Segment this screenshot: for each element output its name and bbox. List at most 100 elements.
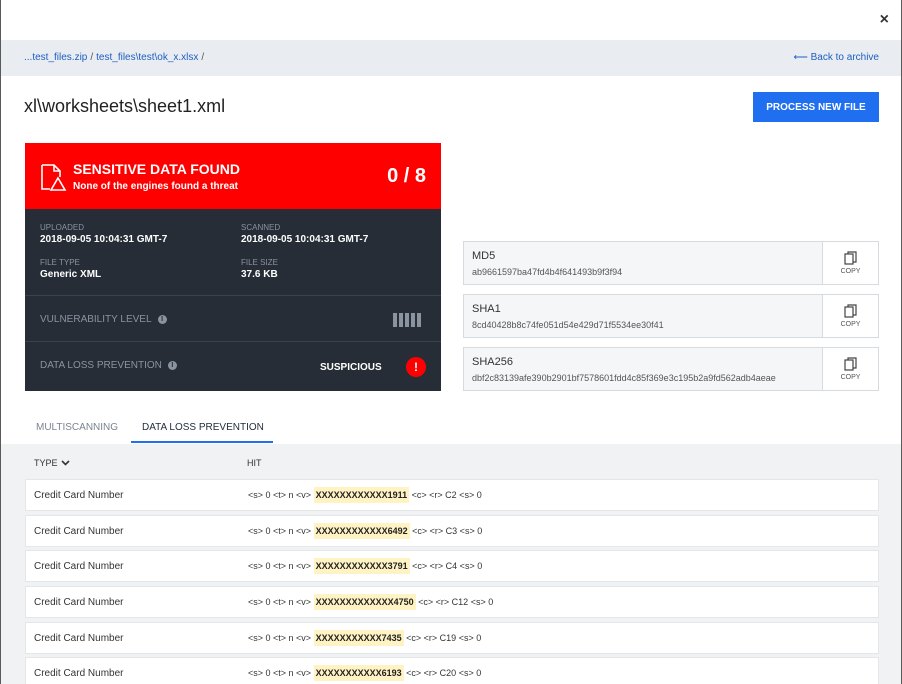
hit-highlight: XXXXXXXXXXXX3791 <box>313 558 410 574</box>
row-type: Credit Card Number <box>34 597 124 608</box>
table-row: Credit Card Number <s> 0 <t> n <v> XXXXX… <box>25 479 879 511</box>
row-hit: <s> 0 <t> n <v> XXXXXXXXXXX6193 <c> <r> … <box>248 665 482 681</box>
row-type: Credit Card Number <box>34 526 124 537</box>
hash-value: 8cd40428b8c74fe051d54e429d71f5534ee30f41 <box>472 320 664 330</box>
row-type: Credit Card Number <box>34 668 124 679</box>
engine-score: 0 / 8 <box>387 165 426 187</box>
column-header-type[interactable]: TYPE <box>34 458 70 468</box>
result-tabs: MULTISCANNING DATA LOSS PREVENTION <box>1 412 901 444</box>
vulnerability-level-bars <box>393 313 421 327</box>
copy-label: COPY <box>840 321 861 328</box>
table-row: Credit Card Number <s> 0 <t> n <v> XXXXX… <box>25 657 879 684</box>
hit-suffix: <c> <r> C3 <s> 0 <box>412 526 483 536</box>
hit-prefix: <s> 0 <t> n <v> <box>248 597 312 607</box>
alert-icon: ! <box>406 357 426 377</box>
copy-sha1-button[interactable]: COPY <box>822 295 878 337</box>
row-type: Credit Card Number <box>34 633 124 644</box>
hit-suffix: <c> <r> C4 <s> 0 <box>412 561 483 571</box>
sensitive-document-icon <box>41 164 67 191</box>
copy-md5-button[interactable]: COPY <box>822 242 878 284</box>
dlp-status: SUSPICIOUS <box>320 362 382 373</box>
copy-icon <box>843 304 857 318</box>
file-type-value: Generic XML <box>40 269 102 280</box>
breadcrumb-bar: ...test_files.zip / test_files\test\ok_x.x… <box>1 40 901 76</box>
vulnerability-level-text: VULNERABILITY LEVEL <box>40 314 152 325</box>
hit-prefix: <s> 0 <t> n <v> <box>248 526 312 536</box>
scan-result-card: SENSITIVE DATA FOUND None of the engines… <box>25 143 441 391</box>
result-subline: None of the engines found a threat <box>73 181 239 192</box>
file-type-label: FILE TYPE <box>40 258 80 267</box>
breadcrumb-item-file[interactable]: test_files\test\ok_x.xlsx <box>96 52 198 63</box>
level-bar <box>405 313 409 327</box>
breadcrumb: ...test_files.zip / test_files\test\ok_x.x… <box>24 52 207 63</box>
hit-prefix: <s> 0 <t> n <v> <box>248 561 312 571</box>
copy-label: COPY <box>840 374 861 381</box>
hit-highlight: XXXXXXXXXXXXX4750 <box>313 594 416 610</box>
table-row: Credit Card Number <s> 0 <t> n <v> XXXXX… <box>25 515 879 547</box>
hit-suffix: <c> <r> C19 <s> 0 <box>406 633 482 643</box>
row-type: Credit Card Number <box>34 490 124 501</box>
table-row: Credit Card Number <s> 0 <t> n <v> XXXXX… <box>25 622 879 654</box>
column-header-hit: HIT <box>247 458 262 468</box>
hash-md5: MD5 ab9661597ba47fd4b4f641493b9f3f94 COP… <box>463 241 879 285</box>
uploaded-label: UPLOADED <box>40 223 85 232</box>
level-bar <box>417 313 421 327</box>
tab-data-loss-prevention[interactable]: DATA LOSS PREVENTION <box>142 422 264 433</box>
hit-prefix: <s> 0 <t> n <v> <box>248 668 312 678</box>
copy-icon <box>843 357 857 371</box>
hash-sha1: SHA1 8cd40428b8c74fe051d54e429d71f5534ee… <box>463 294 879 338</box>
hit-suffix: <c> <r> C20 <s> 0 <box>406 668 482 678</box>
dlp-label-text: DATA LOSS PREVENTION <box>40 360 162 371</box>
copy-sha256-button[interactable]: COPY <box>822 348 878 390</box>
table-row: Credit Card Number <s> 0 <t> n <v> XXXXX… <box>25 550 879 582</box>
close-icon[interactable]: × <box>880 11 889 29</box>
back-to-archive-link[interactable]: ⟵ Back to archive <box>794 52 879 63</box>
hit-suffix: <c> <r> C12 <s> 0 <box>418 597 494 607</box>
copy-icon <box>843 251 857 265</box>
result-headline: SENSITIVE DATA FOUND <box>73 161 240 177</box>
breadcrumb-item-archive[interactable]: ...test_files.zip <box>24 52 87 63</box>
hash-sha256: SHA256 dbf2c83139afe390b2901bf7578601fdd… <box>463 347 879 391</box>
table-row: Credit Card Number <s> 0 <t> n <v> XXXXX… <box>25 586 879 618</box>
row-hit: <s> 0 <t> n <v> XXXXXXXXXXXXX4750 <c> <r… <box>248 594 494 610</box>
scanned-label: SCANNED <box>241 223 281 232</box>
divider <box>25 341 441 342</box>
hit-highlight: XXXXXXXXXXXX1911 <box>313 487 410 503</box>
chevron-down-icon <box>60 460 70 466</box>
hash-value: ab9661597ba47fd4b4f641493b9f3f94 <box>472 267 623 277</box>
column-header-type-label: TYPE <box>34 458 58 468</box>
hash-value: dbf2c83139afe390b2901bf7578601fdd4c85f36… <box>472 373 776 383</box>
dlp-table: TYPE HIT Credit Card Number <s> 0 <t> n … <box>1 444 901 684</box>
result-header: SENSITIVE DATA FOUND None of the engines… <box>25 143 441 209</box>
level-bar <box>411 313 415 327</box>
hit-prefix: <s> 0 <t> n <v> <box>248 633 312 643</box>
hit-highlight: XXXXXXXXXXX7435 <box>313 630 404 646</box>
level-bar <box>399 313 403 327</box>
file-size-label: FILE SIZE <box>241 258 278 267</box>
copy-label: COPY <box>840 268 861 275</box>
vulnerability-level-label: VULNERABILITY LEVEL i <box>40 314 167 325</box>
hit-highlight: XXXXXXXXXXXX6492 <box>313 523 410 539</box>
file-details-modal: × ...test_files.zip / test_files\test\ok_x… <box>1 0 901 684</box>
info-icon[interactable]: i <box>167 361 177 370</box>
hit-suffix: <c> <r> C2 <s> 0 <box>411 490 482 500</box>
row-hit: <s> 0 <t> n <v> XXXXXXXXXXXX1911 <c> <r>… <box>248 487 482 503</box>
tab-multiscanning[interactable]: MULTISCANNING <box>36 422 118 433</box>
row-type: Credit Card Number <box>34 561 124 572</box>
hash-label: MD5 <box>472 250 496 262</box>
uploaded-value: 2018-09-05 10:04:31 GMT-7 <box>40 234 168 245</box>
divider <box>25 295 441 296</box>
breadcrumb-separator: / <box>90 52 94 63</box>
info-icon[interactable]: i <box>157 315 167 324</box>
row-hit: <s> 0 <t> n <v> XXXXXXXXXXXX6492 <c> <r>… <box>248 523 483 539</box>
page-title: xl\worksheets\sheet1.xml <box>24 96 226 116</box>
hit-highlight: XXXXXXXXXXX6193 <box>313 665 404 681</box>
hash-label: SHA256 <box>472 356 513 368</box>
row-hit: <s> 0 <t> n <v> XXXXXXXXXXXX3791 <c> <r>… <box>248 558 483 574</box>
hit-prefix: <s> 0 <t> n <v> <box>248 490 312 500</box>
hash-label: SHA1 <box>472 303 501 315</box>
file-size-value: 37.6 KB <box>241 269 278 280</box>
active-tab-indicator <box>131 441 273 443</box>
breadcrumb-separator: / <box>201 52 205 63</box>
process-new-file-button[interactable]: PROCESS NEW FILE <box>753 92 879 122</box>
